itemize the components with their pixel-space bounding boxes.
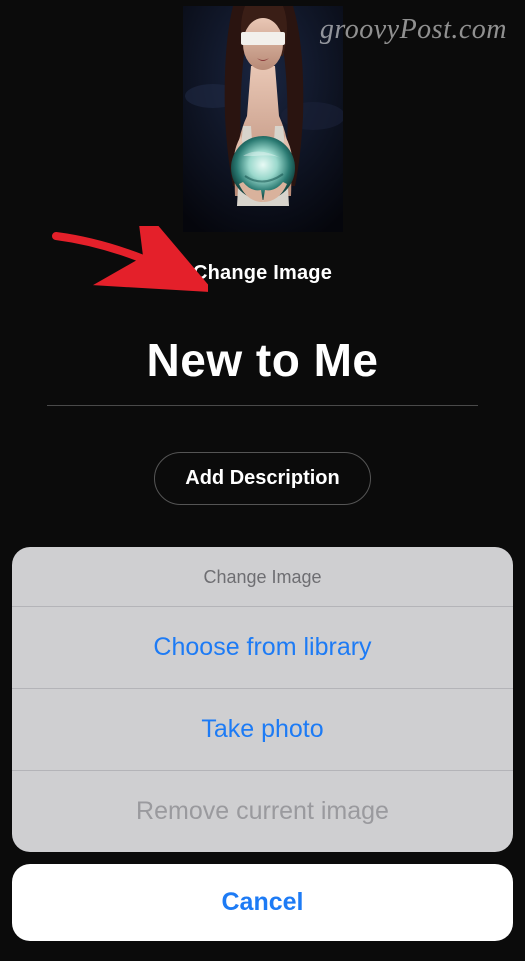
playlist-title-field[interactable]: New to Me [47,333,478,406]
playlist-edit-screen: groovyPost.com [0,0,525,961]
title-underline [47,405,478,406]
remove-current-image-option[interactable]: Remove current image [12,771,513,852]
cover-art-illustration [183,6,343,232]
add-description-button[interactable]: Add Description [154,452,370,505]
cancel-button[interactable]: Cancel [12,864,513,941]
playlist-cover-image[interactable] [183,6,343,232]
watermark-text: groovyPost.com [320,14,507,46]
action-sheet: Change Image Choose from library Take ph… [12,547,513,852]
playlist-title-text: New to Me [47,333,478,405]
choose-from-library-option[interactable]: Choose from library [12,607,513,689]
change-image-link[interactable]: Change Image [193,262,332,285]
take-photo-option[interactable]: Take photo [12,689,513,771]
action-sheet-container: Change Image Choose from library Take ph… [0,535,525,961]
action-sheet-title: Change Image [12,547,513,607]
annotation-arrow [48,226,208,296]
